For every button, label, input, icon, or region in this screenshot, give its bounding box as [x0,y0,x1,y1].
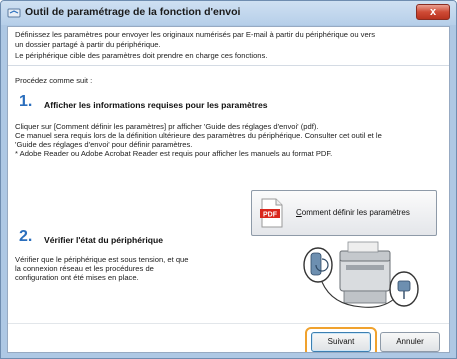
intro-line: Définissez les paramètres pour envoyer l… [15,30,376,39]
step1-text: Ce manuel sera requis lors de la définit… [15,131,382,140]
step2-text: la connexion réseau et les procédures de [15,264,154,273]
close-icon: x [429,6,437,18]
step2-text: configuration ont été mises en place. [15,273,139,282]
intro-panel: Définissez les paramètres pour envoyer l… [8,27,449,66]
step1-title: Afficher les informations requises pour … [44,100,268,110]
footer-divider [8,323,449,324]
how-to-configure-button[interactable]: PDF Comment définir les paramètres [251,190,437,236]
cancel-button[interactable]: Annuler [380,332,440,352]
step1-text: Cliquer sur [Comment définir les paramèt… [15,122,319,131]
multifunction-printer-illustration [303,241,419,308]
step1-number: 1. [19,93,33,110]
intro-line: Le périphérique cible des paramètres doi… [15,51,268,60]
dialog-content: Définissez les paramètres pour envoyer l… [7,26,450,353]
close-button[interactable]: x [416,4,450,20]
how-to-configure-label: Comment définir les paramètres [296,208,410,217]
app-icon [7,8,21,18]
pdf-file-icon: PDF [260,198,283,228]
procedure-label: Procédez comme suit : [15,76,93,85]
pdf-icon-label: PDF [263,212,278,219]
step1-text: * Adobe Reader ou Adobe Acrobat Reader e… [15,149,333,158]
next-button[interactable]: Suivant [311,332,371,352]
step2-text: Vérifier que le périphérique est sous te… [15,255,189,264]
step1-text: 'Guide des réglages d'envoi' pour défini… [15,140,193,149]
step2-title: Vérifier l'état du périphérique [44,235,164,245]
how-to-configure-text: omment définir les paramètres [301,208,410,217]
title-bar[interactable]: Outil de paramétrage de la fonction d'en… [1,1,456,25]
intro-line: un dossier partagé à partir du périphéri… [15,40,161,49]
dialog-window: Outil de paramétrage de la fonction d'en… [0,0,457,359]
step2-number: 2. [19,228,33,245]
window-title: Outil de paramétrage de la fonction d'en… [25,6,241,18]
